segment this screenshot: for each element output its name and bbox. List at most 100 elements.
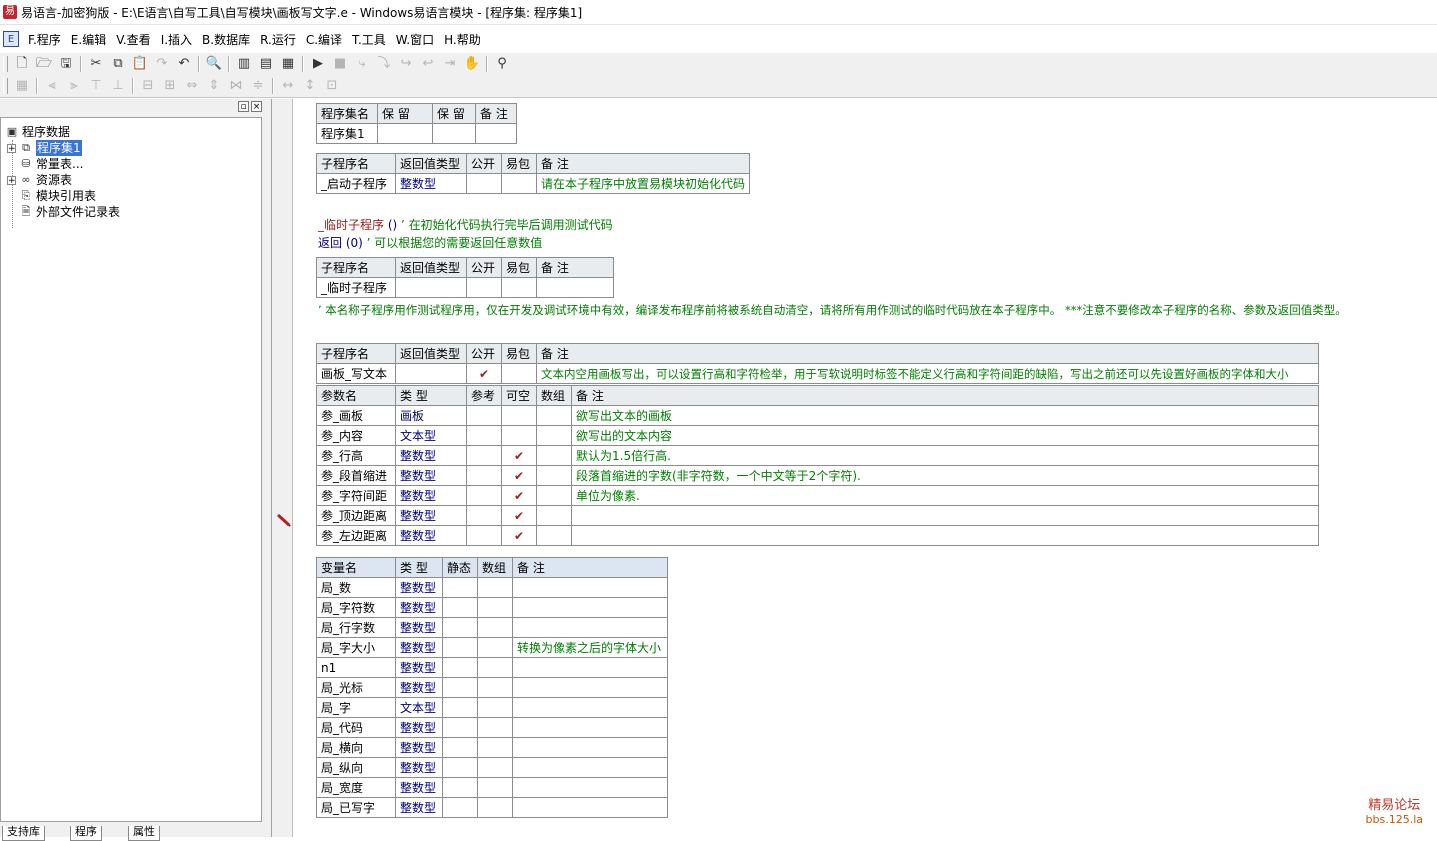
same-height-icon[interactable]: ⇕ (203, 76, 225, 96)
table-row[interactable]: 局_代码 整数型 (316, 717, 668, 738)
new-file-icon[interactable]: 🗋 (11, 54, 33, 74)
stop-icon[interactable]: ■ (329, 54, 351, 74)
program-data-icon: ▣ (6, 125, 18, 138)
run-to-cursor-icon[interactable]: ⇥ (439, 54, 461, 74)
table-row[interactable]: 参_段首缩进 整数型 ✔ 段落首缩进的字数(非字符数，一个中文等于2个字符). (316, 465, 1319, 486)
space-horizontal-icon[interactable]: ⋈ (225, 76, 247, 96)
align-right-icon[interactable]: ⫸ (63, 76, 85, 96)
height-icon[interactable]: ↕ (299, 76, 321, 96)
run-icon[interactable]: ▶ (307, 54, 329, 74)
paste-icon[interactable]: 📋 (129, 54, 151, 74)
panel-splitter[interactable] (265, 99, 272, 837)
size-icon[interactable]: ⊡ (321, 76, 343, 96)
table-row[interactable]: 局_纵向 整数型 (316, 757, 668, 778)
redo-icon[interactable]: ↷ (151, 54, 173, 74)
cut-icon[interactable]: ✂ (85, 54, 107, 74)
table-row[interactable]: 参_内容 文本型 欲写出的文本内容 (316, 425, 1319, 446)
menu-edit[interactable]: E.编辑 (66, 31, 111, 48)
step-icon[interactable]: ⤷ (351, 54, 373, 74)
save-icon[interactable]: 🖫 (55, 54, 77, 74)
layout-1-icon[interactable]: ▥ (233, 54, 255, 74)
tab-program[interactable]: 程序 (70, 826, 102, 841)
table-row[interactable]: 局_横向 整数型 (316, 737, 668, 758)
app-icon: 易 (3, 5, 17, 19)
table-row[interactable]: 局_行字数 整数型 (316, 617, 668, 638)
public-check[interactable]: ✔ (466, 363, 502, 384)
code-editor[interactable]: 程序集名 保 留 保 留 备 注 程序集1 子程序名 返回值类型 公开 易包 备… (293, 99, 1437, 837)
menu-run[interactable]: R.运行 (255, 31, 301, 48)
table-row[interactable]: 局_光标 整数型 (316, 677, 668, 698)
undo-icon[interactable]: ↶ (173, 54, 195, 74)
sub-startup-table: 子程序名 返回值类型 公开 易包 备 注 _启动子程序 整数型 请在本子程序中放… (316, 153, 751, 194)
table-row[interactable]: n1 整数型 (316, 657, 668, 678)
hand-icon[interactable]: ✋ (461, 54, 483, 74)
restore-icon[interactable]: ▫ (238, 101, 249, 112)
panel-tabs: 支持库 程序 属性 (0, 826, 262, 841)
table-row[interactable]: 参_字符间距 整数型 ✔ 单位为像素. (316, 485, 1319, 506)
temp-sub-comment[interactable]: ’ 本名称子程序用作测试程序用，仅在开发及调试环境中有效，编译发布程序前将被系统… (318, 302, 1347, 318)
menu-window[interactable]: W.窗口 (391, 31, 439, 48)
code-line-return[interactable]: 返回 (0) ’ 可以根据您的需要返回任意数值 (318, 234, 542, 251)
table-row[interactable]: 参_画板 画板 欲写出文本的画板 (316, 405, 1319, 426)
toolbar-grip-2[interactable] (3, 78, 8, 94)
align-toolbar: ▦ ⫷ ⫸ ⊤ ⊥ ⊟ ⊞ ⇔ ⇕ ⋈ ≑ ↔ ↕ ⊡ (0, 75, 1437, 98)
menu-database[interactable]: B.数据库 (197, 31, 255, 48)
code-line-call[interactable]: _临时子程序 () ’ 在初始化代码执行完毕后调用测试代码 (318, 216, 613, 233)
tree-item-assembly[interactable]: + ⧉ 程序集1 (7, 140, 82, 156)
tab-properties[interactable]: 属性 (128, 826, 160, 841)
menu-insert[interactable]: I.插入 (156, 31, 197, 48)
table-row[interactable]: 局_字符数 整数型 (316, 597, 668, 618)
align-bottom-icon[interactable]: ⊥ (107, 76, 129, 96)
document-icon[interactable]: E (3, 31, 19, 47)
table-row[interactable]: 局_已写字 整数型 (316, 797, 668, 818)
copy-icon[interactable]: ⧉ (107, 54, 129, 74)
project-tree: ▣ 程序数据 + ⧉ 程序集1 ⛁ 常量表... + ∞ 资源表 ⎘ 模块引用表… (0, 117, 262, 822)
tree-item-external-files[interactable]: 🗎 外部文件记录表 (19, 204, 120, 220)
layout-2-icon[interactable]: ▤ (255, 54, 277, 74)
step-out-icon[interactable]: ↩ (417, 54, 439, 74)
tree-item-module-refs[interactable]: ⎘ 模块引用表 (19, 188, 96, 204)
tree-root[interactable]: ▣ 程序数据 (5, 124, 70, 140)
forum-watermark: 精易论坛 bbs.125.la (1365, 798, 1423, 827)
close-icon[interactable]: × (251, 101, 262, 112)
sub-name-cell[interactable]: _临时子程序 (316, 277, 396, 298)
same-width-icon[interactable]: ⇔ (181, 76, 203, 96)
open-folder-icon[interactable]: 🗁 (33, 54, 55, 74)
space-vertical-icon[interactable]: ≑ (247, 76, 269, 96)
tree-item-constants[interactable]: ⛁ 常量表... (19, 156, 83, 172)
align-left-icon[interactable]: ⫷ (41, 76, 63, 96)
width-icon[interactable]: ↔ (277, 76, 299, 96)
menu-help[interactable]: H.帮助 (439, 31, 486, 48)
layout-3-icon[interactable]: ▦ (277, 54, 299, 74)
table-row[interactable]: 参_左边距离 整数型 ✔ (316, 525, 1319, 546)
table-row[interactable]: 局_字大小 整数型 转换为像素之后的字体大小 (316, 637, 668, 658)
find-icon[interactable]: 🔍 (203, 54, 225, 74)
toolbar-grip[interactable] (3, 56, 8, 72)
center-horizontal-icon[interactable]: ⊟ (137, 76, 159, 96)
tree-item-resources[interactable]: + ∞ 资源表 (7, 172, 72, 188)
menu-program[interactable]: F.程序 (23, 31, 66, 48)
table-row[interactable]: 参_顶边距离 整数型 ✔ (316, 505, 1319, 526)
grid-icon[interactable]: ▦ (11, 76, 33, 96)
menu-tools[interactable]: T.工具 (347, 31, 391, 48)
table-row[interactable]: 局_数 整数型 (316, 577, 668, 598)
step-over-icon[interactable]: ↪ (395, 54, 417, 74)
window-title: 易语言-加密狗版 - E:\E语言\自写工具\自写模块\画板写文字.e - Wi… (21, 5, 583, 20)
sub-name-cell[interactable]: _启动子程序 (316, 173, 396, 194)
align-top-icon[interactable]: ⊤ (85, 76, 107, 96)
center-vertical-icon[interactable]: ⊞ (159, 76, 181, 96)
expand-icon[interactable]: + (7, 143, 16, 153)
table-row[interactable]: 参_行高 整数型 ✔ 默认为1.5倍行高. (316, 445, 1319, 466)
menu-compile[interactable]: C.编译 (301, 31, 347, 48)
main-toolbar: 🗋 🗁 🖫 ✂ ⧉ 📋 ↷ ↶ 🔍 ▥ ▤ ▦ ▶ ■ ⤷ ⤵ ↪ ↩ ⇥ ✋ … (0, 52, 1437, 75)
table-row[interactable]: 局_字 文本型 (316, 697, 668, 718)
sub-name-cell[interactable]: 画板_写文本 (316, 363, 396, 384)
tab-support-library[interactable]: 支持库 (2, 826, 45, 841)
pencil-icon (277, 513, 291, 527)
assembly-name-cell[interactable]: 程序集1 (316, 123, 378, 144)
step-into-icon[interactable]: ⤵ (373, 54, 395, 74)
menu-view[interactable]: V.查看 (111, 31, 155, 48)
table-row[interactable]: 局_宽度 整数型 (316, 777, 668, 798)
expand-icon[interactable]: + (7, 175, 16, 185)
binoculars-icon[interactable]: ⚲ (491, 54, 513, 74)
